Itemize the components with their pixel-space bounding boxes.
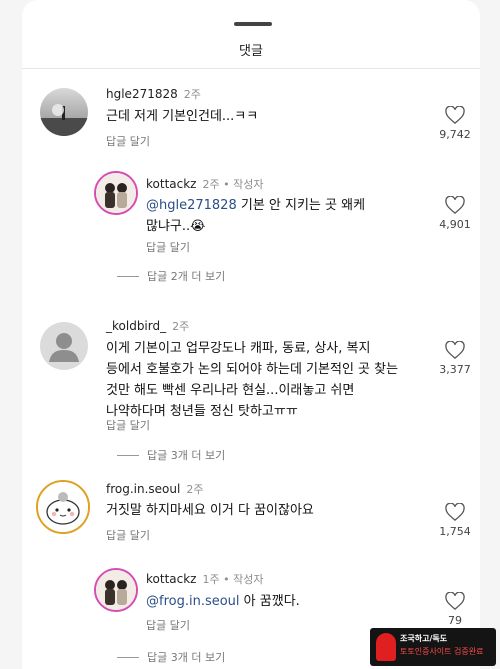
comment-meta: 2주 • 작성자 <box>202 178 264 191</box>
like-count: 4,901 <box>439 218 471 231</box>
like-button[interactable]: 79 <box>432 592 478 627</box>
sheet-title: 댓글 <box>239 44 263 59</box>
view-replies-label[interactable]: 답글 2개 더 보기 <box>147 268 225 284</box>
reply-button[interactable]: 답글 달기 <box>106 133 150 149</box>
heart-icon <box>445 592 465 610</box>
avatar[interactable] <box>40 322 88 370</box>
comment-line: 등에서 호불호가 논의 되어야 하는데 기본적인 곳 찾는 <box>106 362 399 377</box>
like-count: 3,377 <box>439 363 471 376</box>
comment-line: 아 꿈깼다. <box>239 594 300 609</box>
divider-line <box>117 275 139 277</box>
watermark-logo: 조국하고/독도 토토인증사이트 검증완료 <box>370 628 496 666</box>
comment-line: 것만 해도 빡센 우리나라 현실...이래놓고 쉬면 <box>106 383 355 398</box>
divider-line <box>117 656 139 658</box>
divider-line <box>117 454 139 456</box>
view-replies-label[interactable]: 답글 3개 더 보기 <box>147 447 225 463</box>
avatar[interactable] <box>94 171 138 215</box>
username-text[interactable]: _koldbird_ <box>106 319 166 333</box>
view-replies-button[interactable]: 답글 3개 더 보기 <box>117 447 225 463</box>
like-button[interactable]: 3,377 <box>432 341 478 376</box>
username-text[interactable]: kottackz <box>146 177 196 191</box>
watermark-line2: 토토인증사이트 검증완료 <box>400 647 484 656</box>
reply-button[interactable]: 답글 달기 <box>146 239 190 255</box>
comment-meta: 2주 <box>172 320 190 333</box>
like-count: 9,742 <box>439 128 471 141</box>
mention-link[interactable]: @hgle271828 <box>146 198 237 213</box>
comment-username[interactable]: frog.in.seoul 2주 <box>106 481 203 497</box>
comment-text: @frog.in.seoul 아 꿈깼다. <box>146 591 300 612</box>
like-button[interactable]: 9,742 <box>432 106 478 141</box>
reply-button[interactable]: 답글 달기 <box>106 417 150 433</box>
comment-line: 기본 안 지키는 곳 왜케 <box>236 198 366 213</box>
mention-link[interactable]: @frog.in.seoul <box>146 594 240 609</box>
comment-text: @hgle271828 기본 안 지키는 곳 왜케 많냐구..😭 <box>146 195 365 237</box>
comment-text: 근데 저게 기본인건데...ㅋㅋ <box>106 106 258 127</box>
like-button[interactable]: 4,901 <box>432 196 478 231</box>
comment-text: 거짓말 하지마세요 이거 다 꿈이잖아요 <box>106 500 314 521</box>
comment-line: 거짓말 하지마세요 이거 다 꿈이잖아요 <box>106 503 314 518</box>
view-replies-label[interactable]: 답글 3개 더 보기 <box>147 649 225 665</box>
like-count: 1,754 <box>439 525 471 538</box>
comment-line: 근데 저게 기본인건데...ㅋㅋ <box>106 109 259 124</box>
comment-username[interactable]: hgle271828 2주 <box>106 86 201 102</box>
avatar[interactable] <box>40 88 88 136</box>
watermark-line1: 조국하고/독도 <box>400 634 448 643</box>
comment-line: 많냐구..😭 <box>146 219 206 234</box>
comment-line: 이게 기본이고 업무강도나 캐파, 동료, 상사, 복지 <box>106 341 371 356</box>
reply-button[interactable]: 답글 달기 <box>106 527 150 543</box>
comment-username[interactable]: _koldbird_ 2주 <box>106 318 189 334</box>
heart-icon <box>445 106 465 124</box>
avatar[interactable] <box>36 480 90 534</box>
heart-icon <box>445 196 465 214</box>
view-replies-button[interactable]: 답글 3개 더 보기 <box>117 649 225 665</box>
drag-handle[interactable] <box>234 22 272 26</box>
like-count: 79 <box>448 614 462 627</box>
view-replies-button[interactable]: 답글 2개 더 보기 <box>117 268 225 284</box>
username-text[interactable]: kottackz <box>146 572 196 586</box>
comment-text: 이게 기본이고 업무강도나 캐파, 동료, 상사, 복지 등에서 호불호가 논의… <box>106 338 398 422</box>
heart-icon <box>445 341 465 359</box>
comment-meta: 2주 <box>183 88 201 101</box>
comments-sheet: 댓글 hgle271828 2주 근데 저게 기본인건데...ㅋㅋ 답글 달기 9… <box>22 0 480 669</box>
avatar[interactable] <box>94 568 138 612</box>
comment-meta: 1주 • 작성자 <box>202 573 264 586</box>
divider <box>22 68 480 69</box>
heart-icon <box>445 503 465 521</box>
comment-username[interactable]: kottackz 1주 • 작성자 <box>146 571 263 587</box>
figure-icon <box>376 633 396 661</box>
username-text[interactable]: hgle271828 <box>106 87 178 101</box>
username-text[interactable]: frog.in.seoul <box>106 482 180 496</box>
comment-username[interactable]: kottackz 2주 • 작성자 <box>146 176 263 192</box>
comment-meta: 2주 <box>186 483 204 496</box>
reply-button[interactable]: 답글 달기 <box>146 617 190 633</box>
like-button[interactable]: 1,754 <box>432 503 478 538</box>
default-avatar-icon <box>49 333 79 362</box>
